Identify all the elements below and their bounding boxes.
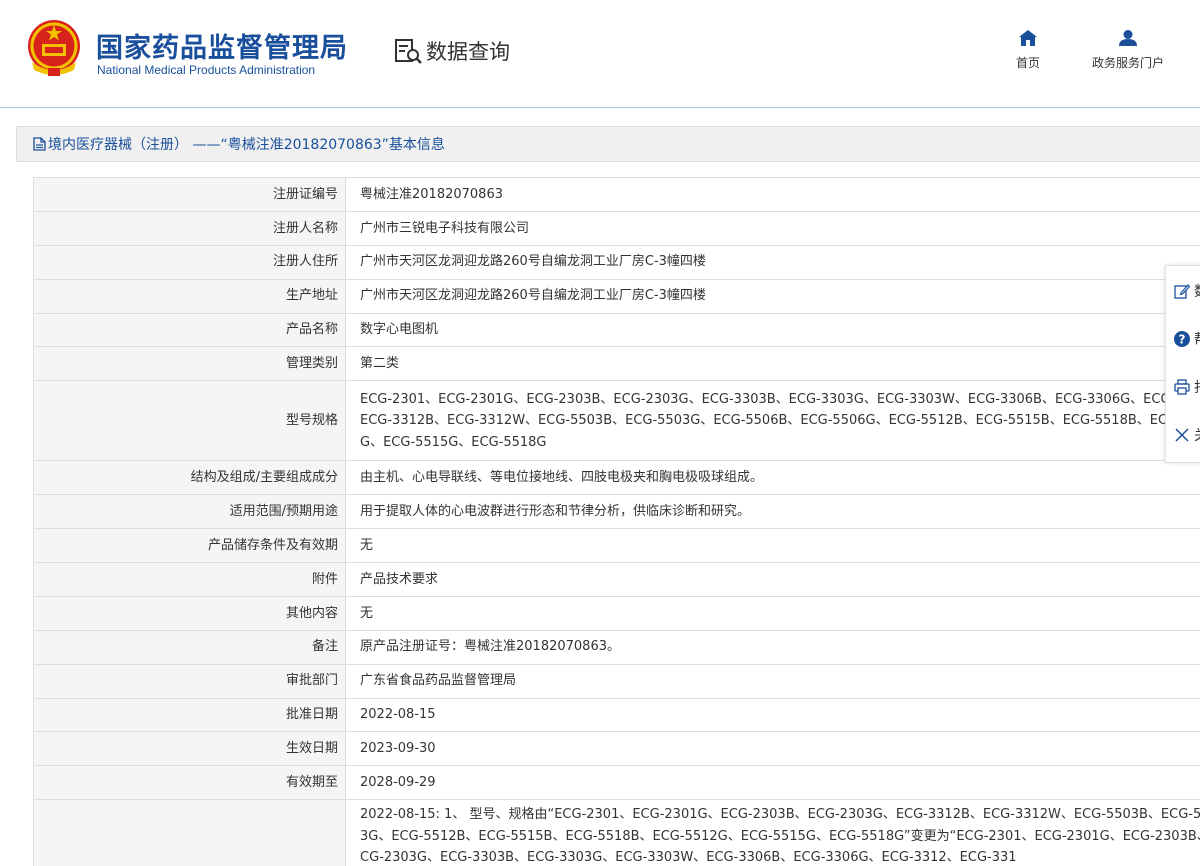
row-label: 批准日期 [33, 697, 346, 733]
row-value: 粤械注准20182070863 [345, 177, 1200, 212]
row-label: 审批部门 [33, 663, 346, 699]
row-label: 结构及组成/主要组成成分 [33, 460, 346, 496]
site-title-en[interactable]: National Medical Products Administration [97, 63, 315, 77]
row-label: 注册证编号 [33, 177, 346, 212]
section-title-bar: 境内医疗器械（注册） ——“粤械注准20182070863”基本信息 [16, 126, 1200, 162]
section-title: 境内医疗器械（注册） ——“粤械注准20182070863”基本信息 [48, 137, 445, 153]
row-value: 无 [345, 595, 1200, 631]
float-help-label: 帮 [1194, 329, 1200, 349]
site-title-cn[interactable]: 国家药品监督管理局 [96, 26, 348, 65]
row-value: 用于提取人体的心电波群进行形态和节律分析，供临床诊断和研究。 [345, 494, 1200, 530]
table-row: 备注 原产品注册证号：粤械注准20182070863。 [33, 629, 1200, 665]
row-value: 广州市三锐电子科技有限公司 [345, 210, 1200, 246]
table-row: 注册证编号 粤械注准20182070863 [33, 177, 1200, 212]
table-row: 2022-08-15: 1、 型号、规格由“ECG-2301、ECG-2301G… [33, 799, 1200, 866]
row-label: 型号规格 [33, 380, 346, 462]
table-row: 适用范围/预期用途 用于提取人体的心电波群进行形态和节律分析，供临床诊断和研究。 [33, 494, 1200, 530]
table-row: 有效期至 2028-09-29 [33, 765, 1200, 801]
row-value: ECG-2301、ECG-2301G、ECG-2303B、ECG-2303G、E… [345, 380, 1200, 462]
document-icon [33, 137, 46, 151]
row-value: 数字心电图机 [345, 312, 1200, 348]
site-header: 国家药品监督管理局 National Medical Products Admi… [0, 0, 1200, 108]
home-icon [1019, 30, 1037, 46]
print-icon [1174, 379, 1190, 395]
table-row: 型号规格 ECG-2301、ECG-2301G、ECG-2303B、ECG-230… [33, 380, 1200, 462]
data-query-heading[interactable]: 数据查询 [394, 36, 510, 66]
user-icon [1119, 30, 1137, 46]
row-value: 广州市天河区龙洞迎龙路260号自编龙洞工业厂房C-3幢四楼 [345, 244, 1200, 280]
row-label: 其他内容 [33, 595, 346, 631]
row-value: 2022-08-15: 1、 型号、规格由“ECG-2301、ECG-2301G… [345, 799, 1200, 866]
table-row: 注册人名称 广州市三锐电子科技有限公司 [33, 210, 1200, 246]
document-search-icon [395, 39, 422, 64]
help-icon: ? [1174, 331, 1190, 347]
table-row: 生产地址 广州市天河区龙洞迎龙路260号自编龙洞工业厂房C-3幢四楼 [33, 278, 1200, 314]
floating-tool-panel: 数 ? 帮 打 关 [1165, 265, 1200, 463]
row-label [33, 799, 346, 866]
nav-service-portal[interactable]: 政务服务门户 [1084, 30, 1172, 71]
row-value: 无 [345, 528, 1200, 564]
row-value: 由主机、心电导联线、等电位接地线、四肢电极夹和胸电极吸球组成。 [345, 460, 1200, 496]
row-value: 广东省食品药品监督管理局 [345, 663, 1200, 699]
edit-icon [1174, 284, 1190, 299]
row-label: 有效期至 [33, 765, 346, 801]
table-row: 注册人住所 广州市天河区龙洞迎龙路260号自编龙洞工业厂房C-3幢四楼 [33, 244, 1200, 280]
row-label: 附件 [33, 562, 346, 597]
registration-detail-table: 注册证编号 粤械注准20182070863 注册人名称 广州市三锐电子科技有限公司 … [33, 177, 1200, 866]
row-value: 广州市天河区龙洞迎龙路260号自编龙洞工业厂房C-3幢四楼 [345, 278, 1200, 314]
table-row: 结构及组成/主要组成成分 由主机、心电导联线、等电位接地线、四肢电极夹和胸电极吸球… [33, 460, 1200, 496]
row-value: 2023-09-30 [345, 731, 1200, 767]
table-row: 生效日期 2023-09-30 [33, 731, 1200, 767]
row-value: 产品技术要求 [345, 562, 1200, 597]
table-row: 管理类别 第二类 [33, 346, 1200, 382]
close-icon [1175, 428, 1189, 442]
national-emblem-icon [28, 20, 80, 76]
row-value: 2022-08-15 [345, 697, 1200, 733]
svg-text:?: ? [1179, 333, 1186, 347]
row-value: 第二类 [345, 346, 1200, 382]
nav-home-label: 首页 [1015, 56, 1040, 70]
float-close-label: 关 [1194, 425, 1200, 445]
table-row: 产品储存条件及有效期无 [33, 528, 1200, 564]
float-feedback-label: 数 [1194, 281, 1200, 301]
row-label: 生效日期 [33, 731, 346, 767]
row-label: 备注 [33, 629, 346, 665]
table-row: 产品名称 数字心电图机 [33, 312, 1200, 348]
row-value: 原产品注册证号：粤械注准20182070863。 [345, 629, 1200, 665]
table-row: 附件 产品技术要求 [33, 562, 1200, 597]
float-close-button[interactable]: 关 [1166, 412, 1200, 458]
row-label: 注册人名称 [33, 210, 346, 246]
float-feedback-button[interactable]: 数 [1166, 268, 1200, 314]
row-label: 生产地址 [33, 278, 346, 314]
row-label: 适用范围/预期用途 [33, 494, 346, 530]
float-print-button[interactable]: 打 [1166, 364, 1200, 410]
float-help-button[interactable]: ? 帮 [1166, 316, 1200, 362]
row-label: 注册人住所 [33, 244, 346, 280]
table-row: 审批部门 广东省食品药品监督管理局 [33, 663, 1200, 699]
nav-home[interactable]: 首页 [1012, 30, 1044, 71]
nav-service-portal-label: 政务服务门户 [1091, 56, 1164, 70]
table-row: 批准日期 2022-08-15 [33, 697, 1200, 733]
float-print-label: 打 [1194, 377, 1200, 397]
row-label: 管理类别 [33, 346, 346, 382]
data-query-label: 数据查询 [426, 40, 510, 64]
row-label: 产品名称 [33, 312, 346, 348]
row-label: 产品储存条件及有效期 [33, 528, 346, 564]
row-value: 2028-09-29 [345, 765, 1200, 801]
table-row: 其他内容无 [33, 595, 1200, 631]
